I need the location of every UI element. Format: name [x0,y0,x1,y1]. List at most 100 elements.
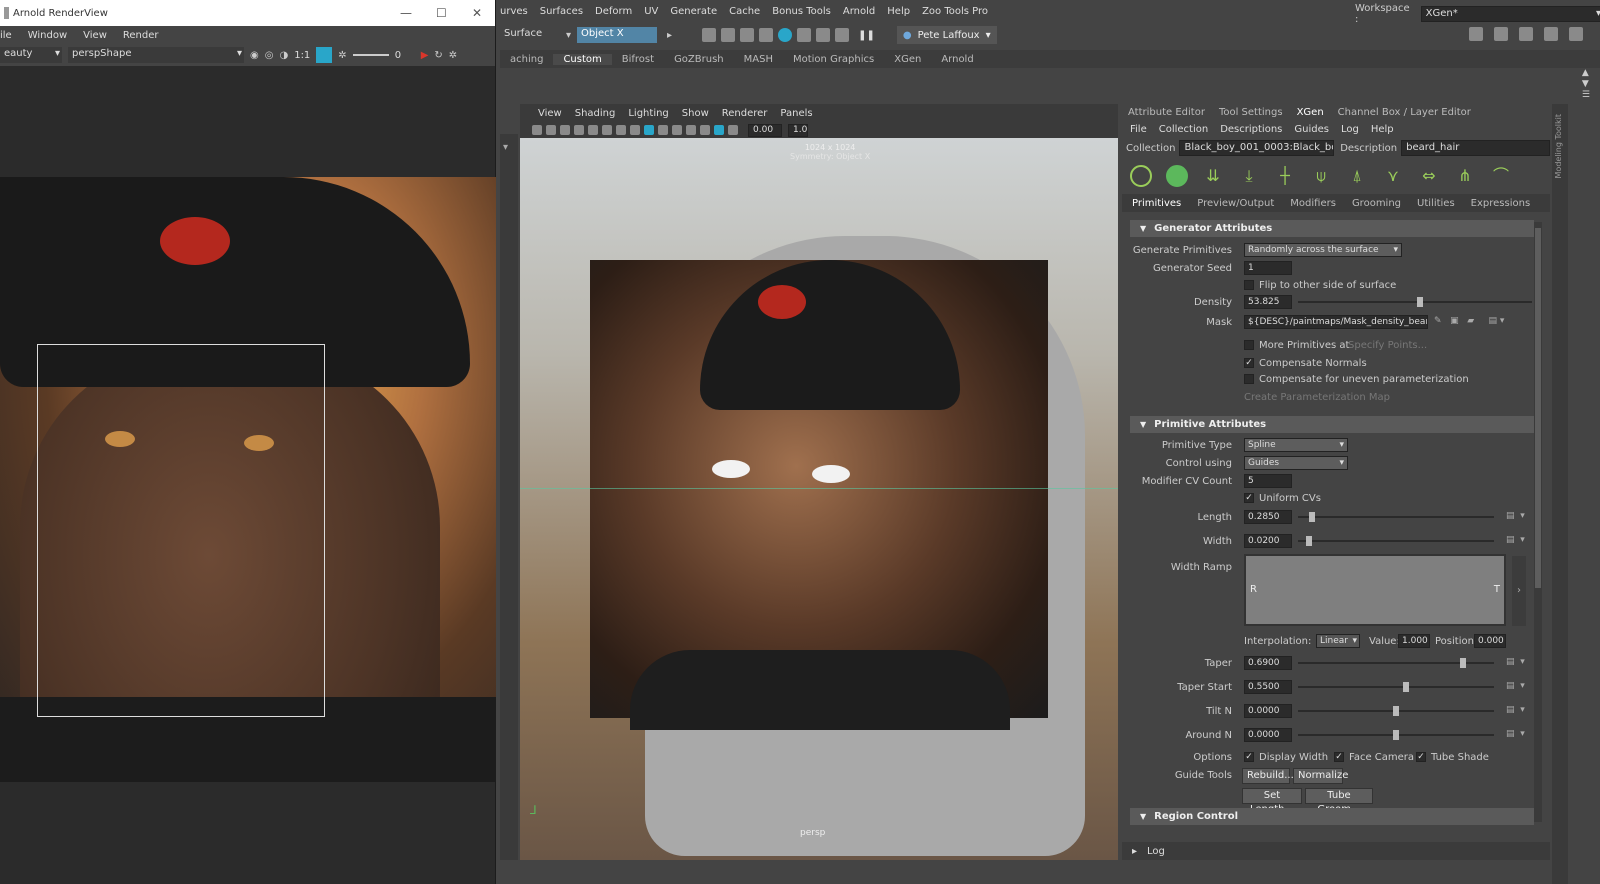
menu-curves[interactable]: urves [500,6,528,17]
minimize-icon[interactable]: — [400,6,412,20]
subtab-modifiers[interactable]: Modifiers [1290,198,1336,209]
hypershade-icon[interactable] [778,28,793,42]
attribute-editor-icon[interactable] [1519,27,1533,41]
ipr-icon[interactable] [740,28,755,42]
render-icon[interactable] [702,28,717,42]
guide-fan-icon[interactable]: ⋔ [1454,165,1476,187]
camera-icon[interactable] [532,125,542,135]
lock-guide-icon[interactable]: ⍋ [1346,165,1368,187]
film-gate-icon[interactable] [602,125,612,135]
tilt-n-map-icons[interactable]: ▤ ▾ [1506,705,1525,715]
chevron-down-icon[interactable]: ▾ [1520,729,1525,739]
around-n-map-icons[interactable]: ▤ ▾ [1506,729,1525,739]
chevron-down-icon[interactable]: ▾ [1520,511,1525,521]
crop-region-icon[interactable] [316,47,333,63]
map-icon[interactable]: ▤ [1488,316,1497,326]
taper-start-field[interactable]: 0.5500 [1244,680,1292,694]
xgen-menu-guides[interactable]: Guides [1294,124,1329,135]
gamma-field[interactable]: 1.0 [788,123,808,137]
textured-icon[interactable] [658,125,668,135]
lights-icon[interactable] [672,125,682,135]
taper-field[interactable]: 0.6900 [1244,656,1292,670]
subtab-preview-output[interactable]: Preview/Output [1197,198,1274,209]
taper-map-icons[interactable]: ▤ ▾ [1506,657,1525,667]
grid-icon[interactable] [588,125,598,135]
save-icon[interactable]: ▣ [1450,316,1459,326]
shelf-tab-motion-graphics[interactable]: Motion Graphics [783,54,884,65]
xgen-menu-descriptions[interactable]: Descriptions [1220,124,1282,135]
width-slider-handle[interactable] [1306,536,1312,546]
xray-icon[interactable] [700,125,710,135]
shelf-tab-gozbrush[interactable]: GoZBrush [664,54,734,65]
modeling-toolkit-icon[interactable] [1569,27,1583,41]
camera-dropdown[interactable]: perspShape ▾ [68,47,244,63]
vp-menu-panels[interactable]: Panels [780,108,812,119]
subtab-utilities[interactable]: Utilities [1417,198,1455,209]
chevron-down-icon[interactable]: ▾ [1520,535,1525,545]
guide-add-icon[interactable]: ⇊ [1202,165,1224,187]
vp-menu-lighting[interactable]: Lighting [628,108,668,119]
rv-menu-view[interactable]: View [83,30,107,41]
render-seq-icon[interactable] [721,28,736,42]
tab-channel-box[interactable]: Channel Box / Layer Editor [1338,107,1471,118]
density-slider[interactable] [1298,297,1532,307]
scrollbar-thumb[interactable] [1535,228,1541,588]
wireframe-icon[interactable] [630,125,640,135]
symmetry-field[interactable]: Object X [577,27,658,43]
sculpt-guide-icon[interactable]: ⍦ [1310,165,1332,187]
color-channels-icon[interactable]: ◑ [279,50,288,61]
paint-icon[interactable]: ✎ [1434,316,1442,326]
play-icon[interactable]: ▶ [421,50,429,61]
uniform-cvs-checkbox[interactable]: ✓ [1244,493,1254,503]
tool-settings-icon[interactable] [1494,27,1508,41]
tab-attribute-editor[interactable]: Attribute Editor [1128,107,1205,118]
vp-menu-renderer[interactable]: Renderer [722,108,768,119]
around-n-slider[interactable] [1298,730,1494,740]
more-primitives-checkbox[interactable] [1244,340,1254,350]
face-camera-checkbox[interactable]: ✓ [1334,752,1344,762]
rv-menu-render[interactable]: Render [123,30,159,41]
map-icon[interactable]: ▤ [1506,729,1515,739]
compensate-normals-checkbox[interactable]: ✓ [1244,358,1254,368]
guide-bend-icon[interactable]: ⌒ [1490,165,1512,187]
description-dropdown[interactable]: beard_hair [1401,140,1550,156]
xgen-menu-log[interactable]: Log [1341,124,1359,135]
compensate-uneven-checkbox[interactable] [1244,374,1254,384]
shelf-tab-arnold[interactable]: Arnold [931,54,983,65]
close-icon[interactable]: ✕ [472,6,482,20]
length-slider-handle[interactable] [1309,512,1315,522]
map-icon[interactable]: ▤ [1506,681,1515,691]
menu-deform[interactable]: Deform [595,6,632,17]
camera-attr-icon[interactable] [546,125,556,135]
ratio-label[interactable]: 1:1 [294,50,310,61]
arnold-render-icon[interactable] [835,28,850,42]
map-icon[interactable]: ▤ [1506,657,1515,667]
specify-points-button[interactable]: Specify Points... [1348,340,1427,351]
tube-shade-checkbox[interactable]: ✓ [1416,752,1426,762]
workspace-dropdown[interactable]: XGen* ▾ [1420,6,1600,22]
vp-menu-shading[interactable]: Shading [575,108,616,119]
value-field[interactable]: 1.000 [1398,634,1430,648]
subtab-grooming[interactable]: Grooming [1352,198,1401,209]
tab-xgen[interactable]: XGen [1297,107,1324,118]
shelf-tab-custom[interactable]: Custom [553,53,612,65]
section-primitive-attributes[interactable]: ▼ Primitive Attributes [1130,416,1534,433]
xgen-menu-help[interactable]: Help [1371,124,1394,135]
preview-eye-icon[interactable] [1130,165,1152,187]
image-plane-icon[interactable] [574,125,584,135]
guide-move-icon[interactable]: ⤓ [1238,165,1260,187]
chevron-down-icon[interactable]: ▾ [566,30,571,41]
render-image[interactable] [0,177,496,782]
settings-icon[interactable]: ✲ [449,50,457,61]
flip-guide-icon[interactable]: ⋎ [1382,165,1404,187]
primitive-type-dropdown[interactable]: Spline ▾ [1244,438,1348,452]
flip-checkbox[interactable] [1244,280,1254,290]
length-field[interactable]: 0.2850 [1244,510,1292,524]
refresh-icon[interactable]: ↻ [434,50,442,61]
user-account-button[interactable]: ● Pete Laffoux ▾ [896,26,997,44]
taper-slider-handle[interactable] [1460,658,1466,668]
width-ramp-editor[interactable]: R T [1244,554,1506,626]
folder-icon[interactable]: ▰ [1467,316,1474,326]
xgen-menu-collection[interactable]: Collection [1159,124,1208,135]
display-width-checkbox[interactable]: ✓ [1244,752,1254,762]
